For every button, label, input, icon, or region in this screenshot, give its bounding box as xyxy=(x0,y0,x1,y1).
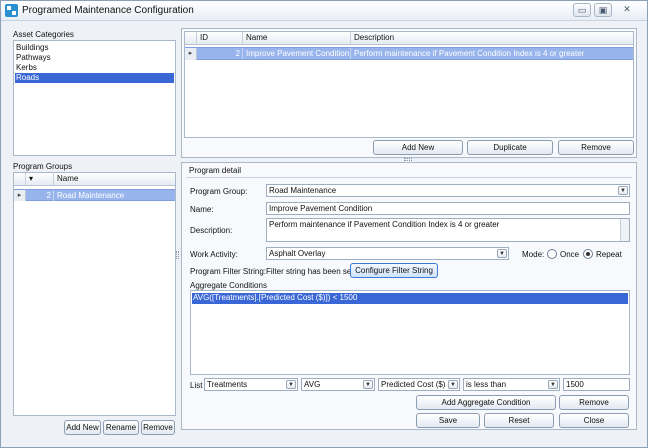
threshold-input[interactable]: 1500 xyxy=(563,378,630,391)
operator-select[interactable]: is less than ▼ xyxy=(463,378,560,391)
description-textarea[interactable]: Perform maintenance if Pavement Conditio… xyxy=(266,218,630,242)
save-button[interactable]: Save xyxy=(416,413,480,428)
minimize-button[interactable]: ▭ xyxy=(573,3,591,17)
aggregate-conditions-list[interactable]: AVG([Treatments].[Predicted Cost ($)]) <… xyxy=(190,290,630,375)
splitter-grip-icon[interactable] xyxy=(176,251,179,259)
rename-group-button[interactable]: Rename xyxy=(103,420,139,435)
list-select[interactable]: Treatments ▼ xyxy=(204,378,298,391)
filter-string-status: Filter string has been set xyxy=(266,267,354,276)
row-header-cell xyxy=(185,32,197,45)
divider xyxy=(186,177,632,178)
mode-once-radio[interactable] xyxy=(547,249,557,259)
window-title: Programed Maintenance Configuration xyxy=(22,5,194,16)
list-item-selected[interactable]: Roads xyxy=(15,73,174,83)
row-pointer-icon: ▸ xyxy=(185,48,197,60)
remove-group-button[interactable]: Remove xyxy=(141,420,175,435)
remove-condition-button[interactable]: Remove xyxy=(559,395,629,410)
asset-categories-label: Asset Categories xyxy=(13,30,74,39)
app-icon xyxy=(5,4,18,17)
program-groups-grid[interactable]: ▾ Name ▸ 2 Road Maintenance xyxy=(13,172,176,416)
program-group-value: Road Maintenance xyxy=(269,186,337,195)
row-id: 2 xyxy=(26,190,54,201)
table-row[interactable]: ▸ 2 Road Maintenance xyxy=(14,189,175,201)
add-aggregate-condition-button[interactable]: Add Aggregate Condition xyxy=(416,395,556,410)
description-label: Description: xyxy=(190,226,233,235)
work-activity-label: Work Activity: xyxy=(190,250,238,259)
programs-section: ID Name Description ▸ 2 Improve Pavement… xyxy=(181,28,637,158)
column-header-id[interactable]: ID xyxy=(197,32,243,45)
chevron-down-icon[interactable]: ▼ xyxy=(548,380,558,389)
row-pointer-icon: ▸ xyxy=(14,190,26,201)
row-name: Road Maintenance xyxy=(57,191,125,200)
column-header-name[interactable]: Name xyxy=(243,32,351,45)
chevron-down-icon[interactable]: ▼ xyxy=(286,380,296,389)
program-detail-section: Program detail Program Group: Road Maint… xyxy=(181,162,637,430)
list-item[interactable]: Buildings xyxy=(15,43,174,53)
list-value: Treatments xyxy=(207,380,248,389)
row-name: Improve Pavement Condition xyxy=(243,48,351,59)
column-header-description[interactable]: Description xyxy=(351,32,633,45)
program-group-select[interactable]: Road Maintenance ▼ xyxy=(266,184,630,197)
program-groups-label: Program Groups xyxy=(13,162,73,171)
row-description: Perform maintenance if Pavement Conditio… xyxy=(354,49,585,58)
function-select[interactable]: AVG ▼ xyxy=(301,378,375,391)
chevron-down-icon[interactable]: ▼ xyxy=(618,186,628,195)
maximize-button[interactable]: ▣ xyxy=(594,3,612,17)
column-header-id[interactable]: ▾ xyxy=(26,173,54,186)
close-window-button[interactable]: ✕ xyxy=(618,3,636,17)
chevron-down-icon[interactable]: ▼ xyxy=(497,249,507,258)
reset-button[interactable]: Reset xyxy=(484,413,554,428)
grid-header: ID Name Description xyxy=(185,32,633,45)
name-input[interactable]: Improve Pavement Condition xyxy=(266,202,630,215)
mode-label: Mode: xyxy=(522,250,545,259)
work-activity-select[interactable]: Asphalt Overlay ▼ xyxy=(266,247,509,260)
chevron-down-icon[interactable]: ▼ xyxy=(448,380,458,389)
field-select[interactable]: Predicted Cost ($) ▼ xyxy=(378,378,460,391)
list-item-selected[interactable]: AVG([Treatments].[Predicted Cost ($)]) <… xyxy=(192,293,628,304)
filter-string-label: Program Filter String: xyxy=(190,267,267,276)
list-item[interactable]: Kerbs xyxy=(15,63,174,73)
grid-header: ▾ Name xyxy=(14,173,175,186)
program-group-label: Program Group: xyxy=(190,187,248,196)
asset-categories-list[interactable]: Buildings Pathways Kerbs Roads xyxy=(13,40,176,156)
add-program-button[interactable]: Add New xyxy=(373,140,463,155)
aggregate-conditions-label: Aggregate Conditions xyxy=(190,281,267,290)
sort-indicator-icon: ▾ xyxy=(29,174,34,183)
duplicate-program-button[interactable]: Duplicate xyxy=(467,140,553,155)
operator-value: is less than xyxy=(466,380,507,389)
table-row[interactable]: ▸ 2 Improve Pavement Condition Perform m… xyxy=(185,47,633,60)
row-id: 2 xyxy=(197,48,243,59)
column-header-name[interactable]: Name xyxy=(54,173,175,186)
configure-filter-string-button[interactable]: Configure Filter String xyxy=(350,263,438,278)
add-group-button[interactable]: Add New xyxy=(64,420,101,435)
program-detail-heading: Program detail xyxy=(189,166,242,175)
field-value: Predicted Cost ($) xyxy=(381,380,446,389)
name-label: Name: xyxy=(190,205,214,214)
programs-grid[interactable]: ID Name Description ▸ 2 Improve Pavement… xyxy=(184,31,634,138)
main-window: Programed Maintenance Configuration ▭ ▣ … xyxy=(0,0,648,448)
list-label: List xyxy=(190,381,203,390)
list-item[interactable]: Pathways xyxy=(15,53,174,63)
close-button[interactable]: Close xyxy=(559,413,629,428)
mode-once-label[interactable]: Once xyxy=(560,250,579,259)
splitter-grip-icon[interactable] xyxy=(404,158,412,161)
work-activity-value: Asphalt Overlay xyxy=(269,249,326,258)
function-value: AVG xyxy=(304,380,321,389)
description-value: Perform maintenance if Pavement Conditio… xyxy=(269,220,500,229)
row-header-cell xyxy=(14,173,26,186)
description-scrollbar[interactable] xyxy=(620,219,629,241)
title-bar[interactable]: Programed Maintenance Configuration ▭ ▣ … xyxy=(1,1,647,21)
mode-repeat-label[interactable]: Repeat xyxy=(596,250,622,259)
chevron-down-icon[interactable]: ▼ xyxy=(363,380,373,389)
mode-repeat-radio[interactable] xyxy=(583,249,593,259)
remove-program-button[interactable]: Remove xyxy=(558,140,634,155)
